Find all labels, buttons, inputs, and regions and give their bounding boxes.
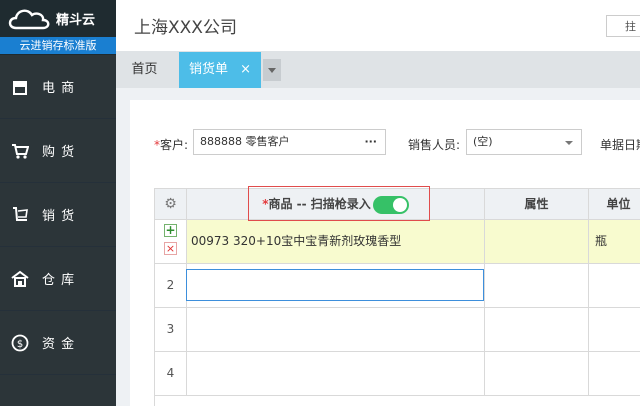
delete-row-icon[interactable]: × — [164, 242, 177, 255]
sidebar-item-warehouse[interactable]: 仓 库 — [0, 247, 116, 311]
table-cell-product[interactable] — [187, 352, 485, 396]
customer-value: 888888 零售客户 — [200, 135, 290, 148]
tab-dropdown-button[interactable] — [263, 59, 281, 81]
salesperson-value: (空) — [473, 135, 493, 148]
row-number: 3 — [155, 308, 187, 352]
table-cell-unit[interactable] — [589, 308, 640, 352]
sidebar-item-purchase[interactable]: 购 货 — [0, 119, 116, 183]
grid-settings-header[interactable]: ⚙ — [155, 189, 187, 220]
date-label: 单据日期 — [600, 138, 640, 152]
sidebar-item-sales[interactable]: 销 货 — [0, 183, 116, 247]
sidebar-item-label: 销 货 — [42, 209, 76, 224]
table-cell-unit[interactable] — [589, 352, 640, 396]
close-icon[interactable]: × — [240, 52, 251, 88]
sidebar-item-label: 购 货 — [42, 145, 76, 160]
warehouse-icon — [10, 269, 30, 289]
table-cell-attr[interactable] — [485, 308, 589, 352]
customer-label: *客户: — [154, 138, 189, 152]
tab-label: 销货单 — [189, 62, 229, 77]
row-actions: + × — [155, 220, 187, 264]
table-cell-unit[interactable]: 瓶 — [589, 220, 640, 264]
sidebar-item-funds[interactable]: $ 资 金 — [0, 311, 116, 375]
top-bar: 上海XXX公司 拄 — [116, 0, 640, 52]
add-row-icon[interactable]: + — [164, 224, 177, 237]
tab-home[interactable]: 首页 — [116, 52, 173, 88]
sidebar-item-label: 电 商 — [42, 81, 76, 96]
cart-icon — [10, 141, 30, 161]
header-right-control[interactable]: 拄 — [606, 15, 640, 37]
sidebar: 精斗云 云进销存标准版 电 商 购 货 销 货 仓 库 $ 资 金 — [0, 0, 116, 406]
attr-column-header: 属性 — [485, 189, 589, 220]
more-icon[interactable]: ··· — [364, 130, 377, 154]
table-cell-unit[interactable] — [589, 264, 640, 308]
content-panel: *客户: 888888 零售客户 ··· 销售人员: (空) 单据日期 ⚙ *商… — [130, 100, 640, 406]
highlight-box — [248, 186, 430, 221]
store-icon — [10, 77, 30, 97]
company-name: 上海XXX公司 — [134, 18, 237, 38]
svg-text:$: $ — [17, 339, 23, 350]
table-cell-attr[interactable] — [485, 220, 589, 264]
sidebar-item-label: 仓 库 — [42, 273, 76, 288]
tab-bar: 首页 销货单 × — [116, 52, 640, 88]
cloud-logo-icon — [8, 9, 50, 30]
sidebar-item-label: 资 金 — [42, 337, 76, 352]
brand-edition: 云进销存标准版 — [0, 37, 116, 54]
customer-input[interactable]: 888888 零售客户 ··· — [193, 129, 386, 155]
table-cell-attr[interactable] — [485, 352, 589, 396]
unit-column-header: 单位 — [589, 189, 640, 220]
salesperson-label: 销售人员: — [408, 138, 461, 152]
sidebar-item-ecommerce[interactable]: 电 商 — [0, 55, 116, 119]
table-cell-product[interactable] — [187, 308, 485, 352]
sales-icon — [10, 205, 30, 225]
gear-icon[interactable]: ⚙ — [164, 196, 177, 212]
row-number: 2 — [155, 264, 187, 308]
brand: 精斗云 云进销存标准版 — [0, 0, 116, 55]
header-right-text: 拄 — [625, 20, 636, 33]
table-cell-attr[interactable] — [485, 264, 589, 308]
money-icon: $ — [10, 333, 30, 353]
tab-sales-order[interactable]: 销货单 × — [179, 52, 261, 88]
brand-name: 精斗云 — [56, 13, 96, 28]
product-edit-input[interactable] — [186, 269, 484, 301]
salesperson-select[interactable]: (空) — [466, 129, 582, 155]
table-cell-product[interactable]: 00973 320+10宝中宝青新剂玫瑰香型 — [187, 220, 485, 264]
row-number: 4 — [155, 352, 187, 396]
